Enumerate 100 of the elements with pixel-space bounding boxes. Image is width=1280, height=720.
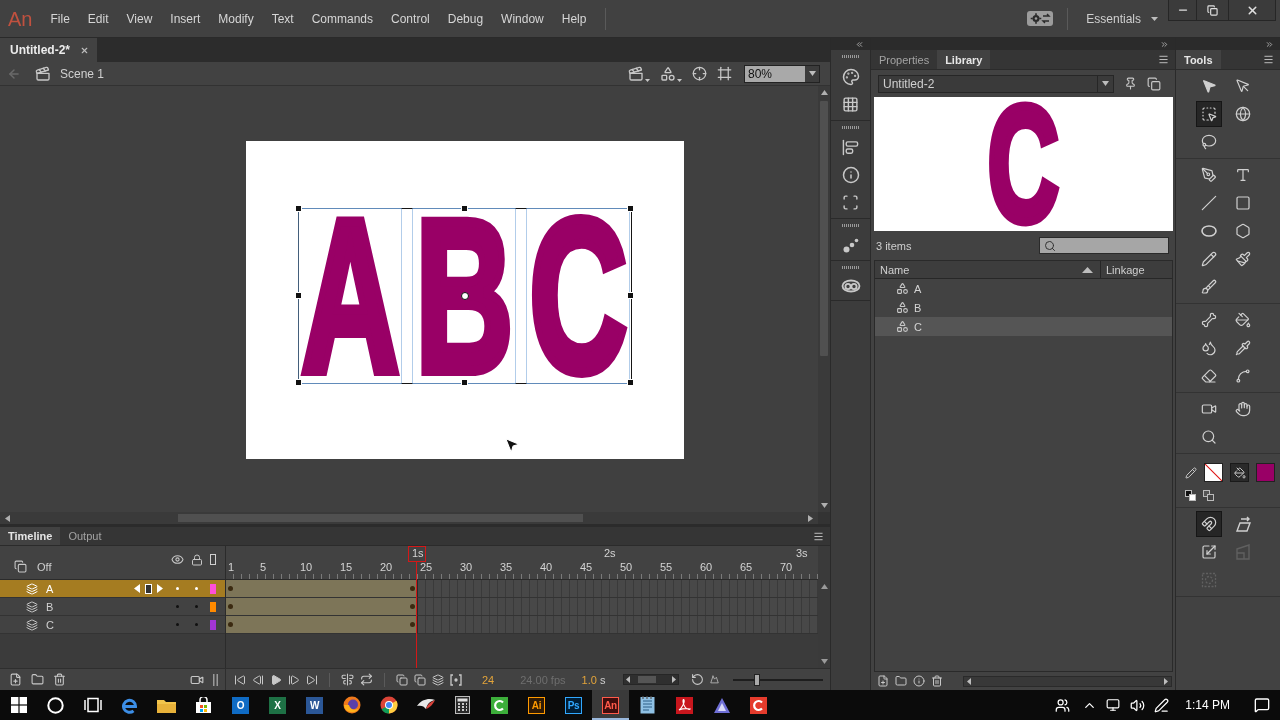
transform-handle[interactable] [461, 205, 468, 212]
column-header[interactable]: Linkage [1100, 261, 1172, 278]
panel-tab[interactable]: Timeline [0, 527, 61, 545]
transform-handle[interactable] [627, 379, 634, 386]
grip-icon[interactable] [841, 266, 860, 269]
speech-bubble-icon[interactable] [1254, 697, 1270, 713]
dots-icon[interactable] [842, 237, 859, 253]
scroll-left-arrow-icon[interactable] [967, 677, 971, 685]
scan-frame-icon[interactable] [842, 194, 859, 211]
bracket-dot-icon[interactable] [450, 673, 462, 686]
horizontal-scrollbar[interactable] [623, 674, 680, 685]
gear-arrows-icon[interactable] [1027, 11, 1054, 26]
menu-item[interactable]: Control [382, 7, 439, 30]
info-icon[interactable] [841, 166, 860, 184]
scroll-left-arrow-icon[interactable] [626, 676, 631, 683]
menu-item[interactable]: Help [552, 7, 596, 30]
play-icon[interactable] [270, 673, 282, 686]
column-header[interactable]: Name [875, 261, 1100, 278]
lock-icon[interactable] [190, 553, 203, 566]
folder-icon[interactable] [31, 673, 44, 686]
scroll-right-arrow-icon[interactable] [808, 514, 813, 522]
layer-row[interactable]: A [0, 580, 225, 598]
taskbar-button[interactable]: O [222, 690, 259, 720]
menu-item[interactable]: Debug [438, 7, 493, 30]
scroll-right-arrow-icon[interactable] [1164, 677, 1168, 685]
transform-handle[interactable] [627, 292, 634, 299]
collapse-panel-icon[interactable] [855, 39, 864, 49]
repeat-icon[interactable] [360, 673, 373, 686]
loop-arrow-icon[interactable] [691, 673, 705, 686]
expand-panel-icon[interactable] [1265, 39, 1274, 49]
dot-icon[interactable] [195, 623, 198, 626]
close-button[interactable] [1228, 0, 1275, 20]
panel-menu-icon[interactable] [1263, 54, 1274, 65]
color-swatch-icon[interactable] [210, 619, 216, 630]
copy-icon[interactable] [396, 673, 408, 686]
search-field[interactable] [1039, 237, 1169, 254]
keyframe-dot-icon[interactable] [228, 604, 233, 609]
step-back-icon[interactable] [252, 673, 264, 686]
trash-icon[interactable] [931, 675, 943, 687]
keyframe-dot-icon[interactable] [410, 604, 415, 609]
menu-item[interactable]: View [117, 7, 162, 30]
restore-button[interactable] [1196, 0, 1228, 20]
keyframe-dot-icon[interactable] [410, 622, 415, 627]
overlapping-squares-icon[interactable] [1185, 490, 1196, 501]
layer-row[interactable]: B [0, 598, 225, 616]
color-swatch-icon[interactable] [210, 601, 216, 612]
tool-option-button[interactable] [1196, 511, 1222, 537]
layers-icon[interactable] [432, 673, 444, 686]
menu-item[interactable]: Commands [302, 7, 383, 30]
file-plus-icon[interactable] [9, 673, 22, 686]
horizontal-scrollbar[interactable] [0, 512, 818, 524]
edit-scene-menu[interactable] [628, 65, 650, 82]
transform-handle[interactable] [295, 205, 302, 212]
frame-ruler[interactable]: 1s 2s 3s 1 5 10 15 20 25 30 35 40 45 50 55 60 65 70 [226, 546, 818, 580]
transform-handle[interactable] [627, 205, 634, 212]
right-triangle-icon[interactable] [157, 584, 163, 593]
transform-point-icon[interactable] [461, 292, 469, 300]
horizontal-scrollbar[interactable] [963, 675, 1172, 687]
current-frame[interactable]: 24 [482, 673, 495, 686]
stacked-squares-icon[interactable] [14, 560, 27, 573]
taskbar-button[interactable]: An [592, 690, 629, 720]
eye-icon[interactable] [171, 553, 184, 566]
pen-icon[interactable] [1153, 697, 1169, 713]
vertical-scrollbar[interactable] [818, 546, 830, 668]
scroll-down-arrow-icon[interactable] [820, 503, 828, 508]
menu-item[interactable]: Window [492, 7, 553, 30]
library-item[interactable]: B [875, 298, 1172, 317]
library-item[interactable]: A [875, 279, 1172, 298]
menu-item[interactable]: Edit [78, 7, 118, 30]
workspace-menu[interactable]: Essentials [1082, 9, 1162, 28]
copy-icon[interactable] [414, 673, 426, 686]
left-triangle-icon[interactable] [134, 584, 140, 593]
transform-handle[interactable] [295, 292, 302, 299]
pin-icon[interactable] [1124, 77, 1137, 90]
loops-icon[interactable] [840, 279, 861, 293]
scroll-up-arrow-icon[interactable] [820, 584, 828, 589]
scene-name[interactable]: Scene 1 [60, 66, 105, 81]
menu-item[interactable]: Insert [161, 7, 210, 30]
dot-icon[interactable] [176, 605, 179, 608]
folder-icon[interactable] [895, 675, 907, 687]
scroll-down-arrow-icon[interactable] [820, 659, 828, 664]
dot-icon[interactable] [176, 587, 179, 590]
transform-handle[interactable] [461, 379, 468, 386]
clip-content-button[interactable] [717, 66, 732, 81]
onion-skin-mode[interactable]: Off [37, 561, 52, 573]
clock-time[interactable]: 1:14 PM [1173, 698, 1244, 712]
layer-row[interactable]: C [0, 616, 225, 634]
transform-handle[interactable] [295, 379, 302, 386]
outline-square-icon[interactable] [210, 554, 216, 565]
taskbar-button[interactable]: Ps [555, 690, 592, 720]
minimize-button[interactable] [1169, 0, 1196, 20]
bucket-tile-icon[interactable] [1230, 463, 1249, 482]
library-item[interactable]: C [875, 317, 1172, 336]
grip-bars-icon[interactable] [213, 673, 218, 686]
panel-menu-icon[interactable] [813, 530, 824, 542]
scroll-right-arrow-icon[interactable] [672, 676, 677, 683]
tool-button[interactable] [1196, 101, 1222, 127]
info-icon[interactable] [913, 675, 925, 687]
taskbar-button[interactable]: Ai [518, 690, 555, 720]
library-dropdown[interactable]: Untitled-2 [878, 74, 1114, 93]
